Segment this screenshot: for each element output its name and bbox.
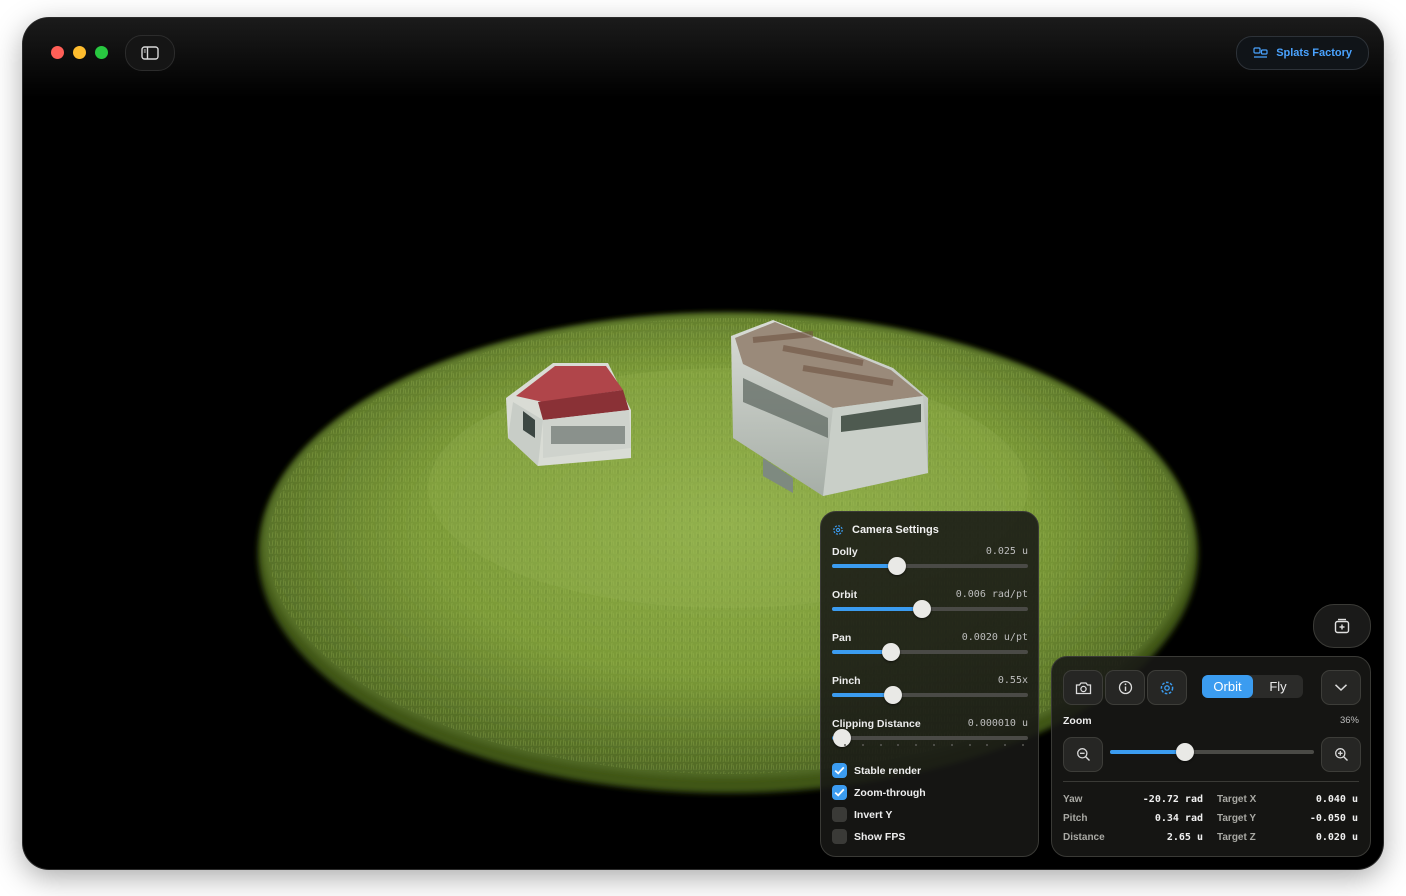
zoom-slider[interactable]	[1110, 743, 1314, 761]
panel-divider	[1063, 781, 1359, 782]
checkmark-icon	[834, 766, 845, 775]
orbit-slider-row: Orbit 0.006 rad/pt	[832, 589, 1028, 629]
show-fps-label: Show FPS	[854, 830, 906, 843]
zoom-through-label: Zoom-through	[854, 786, 926, 799]
target-z-stat: Target Z 0.020 u	[1217, 832, 1358, 843]
expand-panel-button[interactable]	[1321, 670, 1361, 705]
pitch-stat: Pitch 0.34 rad	[1063, 813, 1203, 824]
zoom-slider-knob[interactable]	[1176, 743, 1195, 761]
zoom-label: Zoom	[1063, 715, 1092, 727]
clipping-label: Clipping Distance	[832, 718, 921, 730]
show-fps-checkbox[interactable]: Show FPS	[832, 829, 905, 844]
pan-value: 0.0020 u/pt	[961, 632, 1028, 643]
stat-key: Target X	[1217, 794, 1257, 805]
stable-render-label: Stable render	[854, 764, 922, 777]
stable-render-checkbox[interactable]: Stable render	[832, 763, 921, 778]
chevron-down-icon	[1334, 684, 1348, 692]
clipping-slider-row: Clipping Distance 0.000010 u	[832, 718, 1028, 758]
stat-value: 0.020 u	[1315, 832, 1358, 843]
zoom-out-button[interactable]	[1063, 737, 1103, 772]
clipping-value: 0.000010 u	[967, 718, 1028, 729]
target-y-stat: Target Y -0.050 u	[1217, 813, 1358, 824]
stat-value: 0.34 rad	[1154, 813, 1203, 824]
stat-value: 0.040 u	[1315, 794, 1358, 805]
pinch-slider[interactable]	[832, 686, 1028, 704]
camera-icon	[1075, 681, 1091, 694]
dolly-slider-row: Dolly 0.025 u	[832, 546, 1028, 586]
orbit-value: 0.006 rad/pt	[955, 589, 1028, 600]
stat-key: Distance	[1063, 832, 1105, 843]
dolly-slider[interactable]	[832, 557, 1028, 575]
camera-settings-title: Camera Settings	[852, 524, 939, 536]
titlebar	[23, 18, 1383, 98]
stat-value: -20.72 rad	[1142, 794, 1203, 805]
navigation-mode-toggle[interactable]: Orbit Fly	[1202, 675, 1303, 698]
app-badge[interactable]: Splats Factory	[1236, 36, 1369, 70]
info-icon	[1118, 680, 1132, 695]
pan-slider-row: Pan 0.0020 u/pt	[832, 632, 1028, 672]
clipping-slider[interactable]	[832, 729, 1028, 747]
zoom-out-icon	[1076, 748, 1090, 761]
checkbox-unchecked[interactable]	[832, 829, 847, 844]
add-splat-button[interactable]	[1313, 604, 1371, 648]
dolly-label: Dolly	[832, 546, 858, 558]
camera-settings-header: Camera Settings	[832, 524, 939, 536]
stat-key: Target Y	[1217, 813, 1257, 824]
gear-icon	[1160, 681, 1174, 694]
splat-app-icon	[1253, 47, 1268, 58]
pan-slider-knob[interactable]	[881, 643, 900, 661]
zoom-window-button[interactable]	[95, 46, 108, 59]
zoom-percent: 36%	[1339, 715, 1359, 726]
stat-key: Yaw	[1063, 794, 1083, 805]
zoom-through-checkbox[interactable]: Zoom-through	[832, 785, 926, 800]
pan-slider[interactable]	[832, 643, 1028, 661]
zoom-in-button[interactable]	[1321, 737, 1361, 772]
checkbox-unchecked[interactable]	[832, 807, 847, 822]
dolly-value: 0.025 u	[985, 546, 1028, 557]
mode-option-orbit[interactable]: Orbit	[1202, 675, 1253, 698]
app-window: Splats Factory Camera Settings Dolly 0.0…	[23, 18, 1383, 869]
app-badge-label: Splats Factory	[1276, 47, 1352, 59]
settings-button[interactable]	[1147, 670, 1187, 705]
checkbox-checked[interactable]	[832, 763, 847, 778]
gear-icon	[833, 525, 843, 535]
viewer-controls-panel: Orbit Fly Zoom 36% Yaw -20.72 rad Pitch …	[1051, 656, 1371, 857]
distance-stat: Distance 2.65 u	[1063, 832, 1203, 843]
mode-option-fly[interactable]: Fly	[1253, 675, 1303, 698]
stat-value: -0.050 u	[1309, 813, 1358, 824]
pan-label: Pan	[832, 632, 852, 644]
pinch-label: Pinch	[832, 675, 861, 687]
orbit-slider[interactable]	[832, 600, 1028, 618]
yaw-stat: Yaw -20.72 rad	[1063, 794, 1203, 805]
screenshot-button[interactable]	[1063, 670, 1103, 705]
close-window-button[interactable]	[51, 46, 64, 59]
camera-settings-panel: Camera Settings Dolly 0.025 u Orbit 0.00…	[820, 511, 1039, 857]
stat-key: Target Z	[1217, 832, 1256, 843]
stat-value: 2.65 u	[1166, 832, 1203, 843]
orbit-slider-knob[interactable]	[913, 600, 932, 618]
sidebar-icon	[141, 46, 159, 60]
target-x-stat: Target X 0.040 u	[1217, 794, 1358, 805]
invert-y-label: Invert Y	[854, 808, 893, 821]
add-splat-icon	[1334, 618, 1350, 634]
invert-y-checkbox[interactable]: Invert Y	[832, 807, 892, 822]
zoom-in-icon	[1334, 748, 1348, 761]
stat-key: Pitch	[1063, 813, 1088, 824]
sidebar-toggle-button[interactable]	[125, 35, 175, 71]
info-button[interactable]	[1105, 670, 1145, 705]
checkbox-checked[interactable]	[832, 785, 847, 800]
pinch-slider-knob[interactable]	[883, 686, 902, 704]
checkmark-icon	[834, 788, 845, 797]
pinch-slider-row: Pinch 0.55x	[832, 675, 1028, 715]
dolly-slider-knob[interactable]	[887, 557, 906, 575]
pinch-value: 0.55x	[997, 675, 1028, 686]
orbit-label: Orbit	[832, 589, 858, 601]
minimize-window-button[interactable]	[73, 46, 86, 59]
clipping-ticks	[844, 744, 1024, 746]
